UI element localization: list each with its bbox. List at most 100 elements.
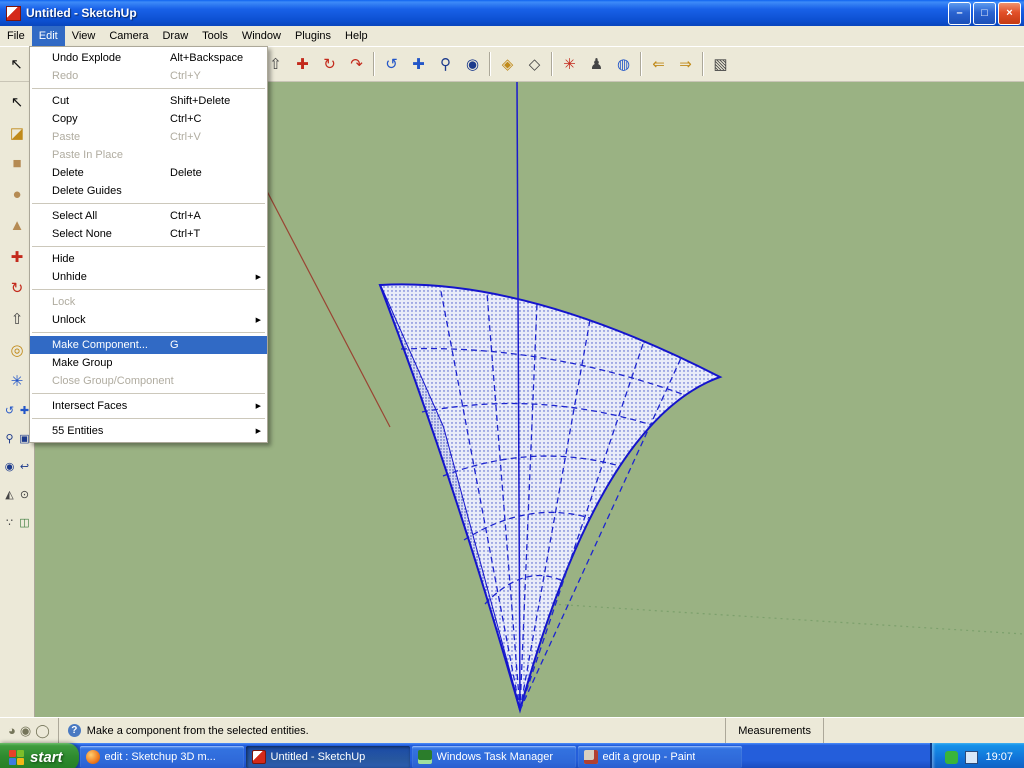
status-icon-3[interactable]: ◯ xyxy=(35,723,50,739)
axes-tool-button[interactable]: ✳ xyxy=(4,369,30,392)
globe-tool-button[interactable]: ◍ xyxy=(611,52,636,77)
menu-item-make-component[interactable]: Make Component... G xyxy=(30,336,267,354)
figure-tool-button[interactable]: ♟ xyxy=(584,52,609,77)
menu-item-delete[interactable]: Delete Delete xyxy=(30,164,267,182)
face-style-tool-button[interactable]: ◇ xyxy=(522,52,547,77)
menu-item-delete-guides[interactable]: Delete Guides xyxy=(30,182,267,200)
menu-draw[interactable]: Draw xyxy=(155,26,195,46)
menu-item-unlock[interactable]: Unlock xyxy=(30,311,267,329)
menu-item-cut[interactable]: Cut Shift+Delete xyxy=(30,92,267,110)
polygon-tool-button[interactable]: ▲ xyxy=(4,214,30,237)
section-plane-tool-button[interactable]: ◫ xyxy=(17,512,32,532)
orbit-tool-button[interactable]: ↺ xyxy=(2,400,17,420)
orbit-tool-button[interactable]: ↺ xyxy=(379,52,404,77)
menu-window[interactable]: Window xyxy=(235,26,288,46)
push-pull-tool-button[interactable]: ⇧ xyxy=(4,307,30,330)
menu-item-hide[interactable]: Hide xyxy=(30,250,267,268)
select-tool-button[interactable]: ↖ xyxy=(4,90,30,113)
zoom-tool-button[interactable]: ⚲ xyxy=(433,52,458,77)
taskbar-item-task-manager[interactable]: Windows Task Manager xyxy=(411,746,576,768)
menu-item-label: Make Component... xyxy=(52,339,148,351)
statusbar: ◕ ◉ ◯ ? Make a component from the select… xyxy=(0,717,1024,743)
rectangle-tool-button[interactable]: ■ xyxy=(4,152,30,175)
previous-view-tool-button[interactable]: ↩ xyxy=(17,456,32,476)
tray-icon-1[interactable] xyxy=(945,750,959,764)
walk-tool-button[interactable]: ∵ xyxy=(2,512,17,532)
menu-item-55-entities[interactable]: 55 Entities xyxy=(30,422,267,440)
selected-face[interactable] xyxy=(378,283,723,714)
menu-item-copy[interactable]: Copy Ctrl+C xyxy=(30,110,267,128)
menu-item-label: Unhide xyxy=(52,271,87,283)
menu-tools[interactable]: Tools xyxy=(195,26,235,46)
position-camera-tool-button[interactable]: ◭ xyxy=(2,484,17,504)
zoom-extents-tool-button[interactable]: ◉ xyxy=(460,52,485,77)
sketchup-logo-icon xyxy=(6,5,21,21)
start-button[interactable]: start xyxy=(0,743,79,768)
menu-item-undo-explode[interactable]: Undo Explode Alt+Backspace xyxy=(30,49,267,67)
menu-item-lock[interactable]: Lock xyxy=(30,293,267,311)
pan-tool-button[interactable]: ✚ xyxy=(406,52,431,77)
taskbar-item-firefox[interactable]: edit : Sketchup 3D m... xyxy=(79,746,244,768)
axes-tool-button[interactable]: ✳ xyxy=(557,52,582,77)
toolbar-separator xyxy=(489,52,491,76)
menu-item-label: Copy xyxy=(52,113,78,125)
green-axis-line xyxy=(534,602,1024,635)
close-button[interactable]: × xyxy=(998,1,1021,25)
taskbar-item-label: edit a group - Paint xyxy=(602,751,696,763)
import-tool-button[interactable]: ⇐ xyxy=(646,52,671,77)
zoom-tool-button[interactable]: ⚲ xyxy=(2,428,17,448)
paint-bucket-tool-button[interactable]: ◪ xyxy=(4,121,30,144)
move-tool-button[interactable]: ✚ xyxy=(4,245,30,268)
select-tool-button[interactable]: ↖ xyxy=(4,52,29,77)
toolbar-separator xyxy=(640,52,642,76)
menu-separator xyxy=(32,332,265,333)
menu-edit[interactable]: Edit xyxy=(31,26,65,46)
status-icon-1[interactable]: ◕ xyxy=(8,723,16,738)
menu-item-select-none[interactable]: Select None Ctrl+T xyxy=(30,225,267,243)
menu-item-make-group[interactable]: Make Group xyxy=(30,354,267,372)
minimize-button[interactable]: – xyxy=(948,1,971,25)
menu-item-redo[interactable]: Redo Ctrl+Y xyxy=(30,67,267,85)
menu-separator xyxy=(32,246,265,247)
look-around-tool-button[interactable]: ⊙ xyxy=(17,484,32,504)
offset-tool-button[interactable]: ◎ xyxy=(4,338,30,361)
menu-item-select-all[interactable]: Select All Ctrl+A xyxy=(30,207,267,225)
circle-tool-button[interactable]: ● xyxy=(4,183,30,206)
menu-help[interactable]: Help xyxy=(338,26,375,46)
maximize-button[interactable]: □ xyxy=(973,1,996,25)
make-component-tool-button[interactable]: ◈ xyxy=(495,52,520,77)
menu-item-label: Select All xyxy=(52,210,98,222)
taskbar-item-sketchup[interactable]: Untitled - SketchUp xyxy=(245,746,410,768)
tray-icon-2[interactable] xyxy=(965,750,979,764)
toolbar-separator xyxy=(702,52,704,76)
zoom-extents-tool-button[interactable]: ◉ xyxy=(2,456,17,476)
menu-item-paste-in-place[interactable]: Paste In Place xyxy=(30,146,267,164)
menu-separator xyxy=(32,393,265,394)
menu-camera[interactable]: Camera xyxy=(102,26,155,46)
menu-item-intersect-faces[interactable]: Intersect Faces xyxy=(30,397,267,415)
menu-item-label: Intersect Faces xyxy=(52,400,128,412)
titlebar: Untitled - SketchUp – □ × xyxy=(0,0,1024,26)
menu-view[interactable]: View xyxy=(65,26,103,46)
taskbar-item-label: Untitled - SketchUp xyxy=(270,751,366,763)
rotate-tool-button[interactable]: ↻ xyxy=(317,52,342,77)
export-tool-button[interactable]: ⇒ xyxy=(673,52,698,77)
status-icon-2[interactable]: ◉ xyxy=(20,723,31,739)
menu-item-shortcut: Delete xyxy=(170,167,202,179)
menu-item-close-group-component[interactable]: Close Group/Component xyxy=(30,372,267,390)
menu-file[interactable]: File xyxy=(0,26,32,46)
menu-item-shortcut: G xyxy=(170,339,179,351)
taskbar-item-paint[interactable]: edit a group - Paint xyxy=(577,746,742,768)
measurements-input[interactable] xyxy=(823,718,1024,743)
menu-plugins[interactable]: Plugins xyxy=(288,26,338,46)
rotate-tool-button[interactable]: ↻ xyxy=(4,276,30,299)
menu-item-label: Cut xyxy=(52,95,70,107)
move-tool-button[interactable]: ✚ xyxy=(290,52,315,77)
menu-separator xyxy=(32,88,265,89)
menu-item-paste[interactable]: Paste Ctrl+V xyxy=(30,128,267,146)
follow-me-tool-button[interactable]: ↷ xyxy=(344,52,369,77)
box-tool-button[interactable]: ▧ xyxy=(708,52,733,77)
menubar: File Edit View Camera Draw Tools Window … xyxy=(0,26,1024,46)
menu-item-label: Unlock xyxy=(52,314,86,326)
menu-item-unhide[interactable]: Unhide xyxy=(30,268,267,286)
